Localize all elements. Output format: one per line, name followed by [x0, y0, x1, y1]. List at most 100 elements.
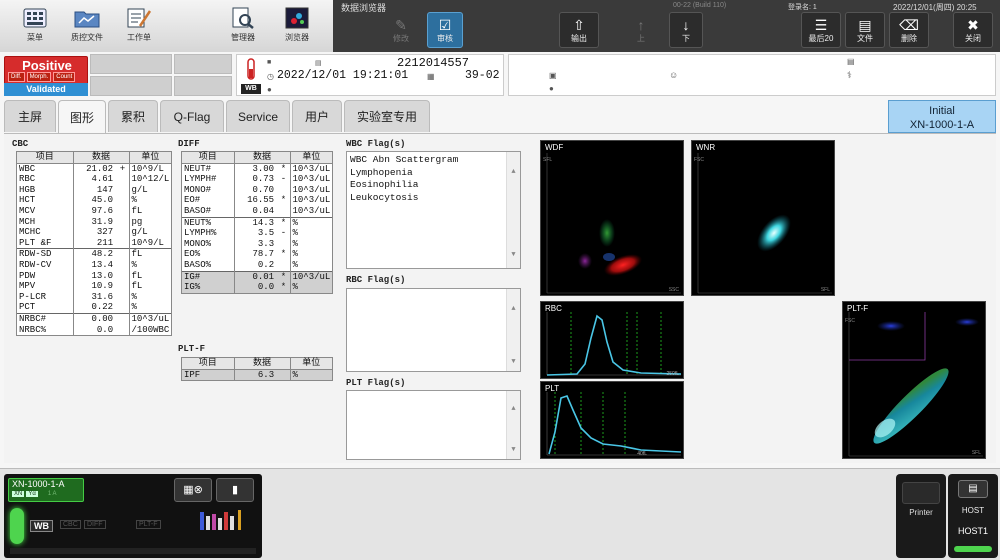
review-button[interactable]: ☑ 审核	[427, 12, 463, 48]
table-row[interactable]: NEUT# 3.00 * 10^3/uL	[182, 163, 333, 175]
flag-mark: *	[280, 217, 287, 228]
scroll-up-icon: ▲	[511, 405, 516, 413]
table-row[interactable]: PCT 0.22 %	[17, 302, 172, 314]
browser-button[interactable]: 浏览器	[272, 0, 322, 50]
tab-graphics[interactable]: 图形	[58, 100, 106, 134]
table-row[interactable]: IG# 0.01 * 10^3/uL	[182, 270, 333, 283]
row-value: 16.55 *	[233, 195, 290, 206]
rack-position: 39-02	[465, 69, 500, 82]
diff-table-wrap: 项目 数据 单位 NEUT# 3.00 * 10^3/uL LYMPH# 0.73 -1…	[181, 151, 334, 294]
table-row[interactable]: MONO# 0.70 10^3/uL	[182, 184, 333, 196]
down-button[interactable]: ↓ 下	[669, 12, 703, 48]
tab-service[interactable]: Service	[226, 100, 290, 132]
table-row[interactable]: PLT &F 211 10^9/L	[17, 237, 172, 249]
value-text: 211	[96, 237, 114, 248]
wbc-flag-list[interactable]: WBC Abn Scattergram Lymphopenia Eosinoph…	[346, 151, 521, 269]
printer-icon	[902, 482, 940, 504]
table-row[interactable]: PDW 13.0 fL	[17, 270, 172, 282]
tab-qflag[interactable]: Q-Flag	[160, 100, 224, 132]
table-row[interactable]: RDW-CV 13.4 %	[17, 259, 172, 271]
barcode-icon: ▤	[315, 60, 322, 67]
table-row[interactable]: BASO% 0.2 %	[182, 259, 333, 272]
pltf-scatter-plot	[848, 312, 983, 457]
cbc-title: CBC	[12, 139, 29, 149]
row-value: 13.0	[72, 270, 129, 282]
close-button[interactable]: ✖ 关闭	[953, 12, 993, 48]
table-row[interactable]: IG% 0.0 *%	[182, 282, 333, 293]
tab-main[interactable]: 主屏	[4, 100, 56, 132]
row-unit: fL	[128, 248, 172, 260]
row-item: EO%	[184, 249, 201, 260]
table-row[interactable]: BASO# 0.04 10^3/uL	[182, 205, 333, 218]
printer-status-box[interactable]: Printer	[896, 474, 946, 558]
qc-file-button[interactable]: 质控文件	[62, 0, 112, 50]
table-row[interactable]: MCH 31.9 pg	[17, 216, 172, 228]
delete-button[interactable]: ⌫ 删除	[889, 12, 929, 48]
pltf-x-label: SFL	[971, 450, 981, 456]
analyzer-status-panel[interactable]: XN-1000-1-A XN Yα 1 A ▦⊗ ▮ WB CBC DIFF P…	[4, 474, 262, 558]
tab-lab[interactable]: 实验室专用	[344, 100, 430, 132]
table-row[interactable]: RBC 4.61 10^12/L	[17, 174, 172, 185]
manager-label: 管理器	[231, 33, 255, 42]
modify-button[interactable]: ✎ 修改	[383, 12, 419, 48]
table-row[interactable]: HGB 147 g/L	[17, 184, 172, 196]
tab-user[interactable]: 用户	[292, 100, 342, 132]
table-row[interactable]: MCHC 327 g/L	[17, 227, 172, 238]
wdf-scattergram[interactable]: WDF SFL SSC	[540, 140, 684, 296]
plt-flag-list[interactable]: ▲ ▼	[346, 390, 521, 460]
value-text: 16.55	[247, 195, 275, 206]
table-row[interactable]: NEUT% 14.3 *%	[182, 216, 333, 229]
row-unit: %	[128, 259, 172, 271]
table-row[interactable]: EO% 78.7 *%	[182, 249, 333, 260]
wnr-scatter-plot	[697, 153, 832, 294]
analyzer-name-box: XN-1000-1-A XN Yα 1 A	[8, 478, 84, 502]
table-row[interactable]: EO# 16.55 * 10^3/uL	[182, 195, 333, 206]
tab-cumulative[interactable]: 累积	[108, 100, 158, 132]
up-button[interactable]: ↑ 上	[625, 12, 657, 48]
flag-mark: *	[280, 271, 287, 282]
row-item: IPF	[182, 369, 234, 381]
wnr-scattergram[interactable]: WNR FSC SFL	[691, 140, 835, 296]
pltf-scattergram[interactable]: PLT-F FSC SFL	[842, 301, 986, 459]
manager-button[interactable]: 管理器	[218, 0, 268, 50]
mode-right: 1 A	[47, 491, 57, 497]
plt-flag-scrollbar[interactable]: ▲ ▼	[506, 391, 520, 459]
table-row[interactable]: MPV 10.9 fL	[17, 281, 172, 292]
reagent-button[interactable]: ▦⊗	[174, 478, 212, 502]
row-unit: %	[289, 249, 333, 260]
menu-button[interactable]: 菜单	[10, 0, 60, 50]
table-row[interactable]: NRBC% 0.0 /100WBC	[17, 324, 172, 336]
worklist-button[interactable]: 工作单	[114, 0, 164, 50]
file-button[interactable]: ▤ 文件	[845, 12, 885, 48]
row-item: RDW-SD	[17, 248, 73, 260]
host-status-box[interactable]: ▤ HOST HOST1	[948, 474, 998, 558]
row-value: 0.73 -	[233, 174, 290, 185]
table-row[interactable]: RDW-SD 48.2 fL	[17, 248, 172, 260]
wbc-flag-scrollbar[interactable]: ▲ ▼	[506, 152, 520, 268]
last20-button[interactable]: ☰ 最后20	[801, 12, 841, 48]
table-row[interactable]: WBC 21.02 +10^9/L	[17, 163, 172, 175]
row-value: 3.00 *	[233, 163, 290, 175]
table-row[interactable]: LYMPH% 3.5 -%	[182, 228, 333, 239]
plt-histogram[interactable]: PLT 40fL	[540, 381, 684, 459]
table-row[interactable]: HCT 45.0 %	[17, 195, 172, 206]
table-row[interactable]: LYMPH# 0.73 -10^3/uL	[182, 174, 333, 185]
table-row[interactable]: MONO% 3.3 %	[182, 238, 333, 250]
table-row[interactable]: NRBC# 0.00 10^3/uL	[17, 312, 172, 325]
rbc-histogram[interactable]: RBC 250fL	[540, 301, 684, 379]
wbc-flag-title: WBC Flag(s)	[346, 139, 406, 149]
value-text: 45.0	[91, 195, 114, 206]
table-row[interactable]: IPF 6.3 %	[182, 369, 332, 381]
row-value: 0.22	[72, 302, 129, 314]
table-row[interactable]: P-LCR 31.6 %	[17, 291, 172, 303]
row-value: 97.6	[72, 205, 129, 217]
row-item: LYMPH#	[184, 174, 217, 185]
rbc-flag-scrollbar[interactable]: ▲ ▼	[506, 289, 520, 371]
tube-button[interactable]: ▮	[216, 478, 254, 502]
row-value: 48.2	[72, 248, 129, 260]
output-button[interactable]: ⇧ 输出	[559, 12, 599, 48]
row-unit: g/L	[128, 227, 172, 238]
table-row[interactable]: MCV 97.6 fL	[17, 205, 172, 217]
rbc-flag-list[interactable]: ▲ ▼	[346, 288, 521, 372]
rack-pos-icon: ▦	[427, 72, 435, 81]
